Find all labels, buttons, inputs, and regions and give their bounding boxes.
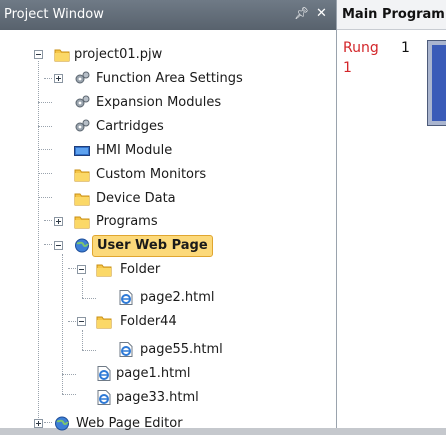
tree-item-label: page55.html [140, 342, 223, 357]
tree-item-label: User Web Page [92, 235, 213, 257]
globe-icon [75, 238, 89, 253]
rung-number: 1 [401, 40, 410, 56]
tree-item-folder44[interactable]: Folder44 [0, 311, 336, 333]
html-page-icon [119, 342, 133, 357]
ladder-rung-fill [432, 45, 446, 121]
folder-icon [96, 316, 112, 329]
project-window-header: Project Window 📌︎ ✕ [0, 0, 336, 30]
close-icon[interactable]: ✕ [316, 6, 327, 21]
tree-item-page2[interactable]: page2.html [0, 287, 336, 309]
tree-item-cartridges[interactable]: Cartridges [0, 116, 336, 138]
html-page-icon [97, 390, 111, 405]
collapse-icon[interactable] [54, 241, 63, 250]
folder-icon [74, 216, 90, 229]
tree-item-label: Folder44 [120, 314, 177, 329]
tree-item-device-data[interactable]: Device Data [0, 188, 336, 210]
tree-item-web-page-editor[interactable]: Web Page Editor [0, 413, 336, 435]
folder-icon [74, 169, 90, 182]
tree-item-user-web-page[interactable]: User Web Page [0, 235, 336, 257]
gears-icon [75, 119, 90, 132]
collapse-icon[interactable] [77, 317, 86, 326]
tree-item-label: Expansion Modules [96, 95, 222, 110]
collapse-icon[interactable] [77, 265, 86, 274]
tree-item-custom-monitors[interactable]: Custom Monitors [0, 164, 336, 186]
tree-item-label: Function Area Settings [96, 71, 243, 86]
tree-item-label: page2.html [140, 290, 215, 305]
gears-icon [75, 95, 90, 108]
tree-item-function-area-settings[interactable]: Function Area Settings [0, 68, 336, 90]
tree-item-label: Web Page Editor [76, 416, 183, 431]
expand-icon[interactable] [54, 74, 63, 83]
tree-item-label: Custom Monitors [96, 167, 207, 182]
project-window: Project Window 📌︎ ✕ project01.pjw Functi… [0, 0, 337, 431]
expand-icon[interactable] [34, 419, 43, 428]
tree-item-expansion-modules[interactable]: Expansion Modules [0, 92, 336, 114]
folder-icon [74, 193, 90, 206]
pin-icon[interactable]: 📌︎ [294, 6, 309, 20]
tree-item-hmi-module[interactable]: HMI Module [0, 140, 336, 162]
hmi-icon [74, 146, 90, 156]
tree-item-label: Device Data [96, 191, 176, 206]
globe-icon [55, 416, 69, 431]
app-window: Project Window 📌︎ ✕ project01.pjw Functi… [0, 0, 446, 431]
tree-item-page1[interactable]: page1.html [0, 363, 336, 385]
tree-item-folder[interactable]: Folder [0, 259, 336, 281]
tree-item-project[interactable]: project01.pjw [0, 44, 336, 66]
project-window-title: Project Window [4, 7, 104, 22]
tab-main-program[interactable]: Main Program [337, 0, 446, 30]
tree-item-label: page1.html [116, 366, 191, 381]
rung-label: Rung [343, 40, 379, 56]
tree-item-page33[interactable]: page33.html [0, 387, 336, 409]
tree-item-page55[interactable]: page55.html [0, 339, 336, 361]
tab-label: Main Program [342, 7, 445, 22]
tree-item-label: Programs [96, 214, 158, 229]
tree-item-label: project01.pjw [74, 47, 163, 62]
html-page-icon [97, 366, 111, 381]
html-page-icon [119, 290, 133, 305]
tree-item-label: Cartridges [96, 119, 164, 134]
expand-icon[interactable] [54, 217, 63, 226]
project-tree: project01.pjw Function Area Settings Exp… [0, 30, 336, 431]
ladder-rung-block[interactable] [427, 40, 446, 126]
tree-item-programs[interactable]: Programs [0, 211, 336, 233]
tree-item-label: Folder [120, 262, 161, 277]
collapse-icon[interactable] [34, 50, 43, 59]
rung-sub-number: 1 [343, 60, 352, 76]
tree-item-label: page33.html [116, 390, 199, 405]
folder-icon [54, 49, 70, 62]
main-program-panel: Main Program Rung 1 1 [337, 0, 446, 428]
tree-item-label: HMI Module [96, 143, 173, 158]
gears-icon [75, 71, 90, 84]
folder-icon [96, 264, 112, 277]
